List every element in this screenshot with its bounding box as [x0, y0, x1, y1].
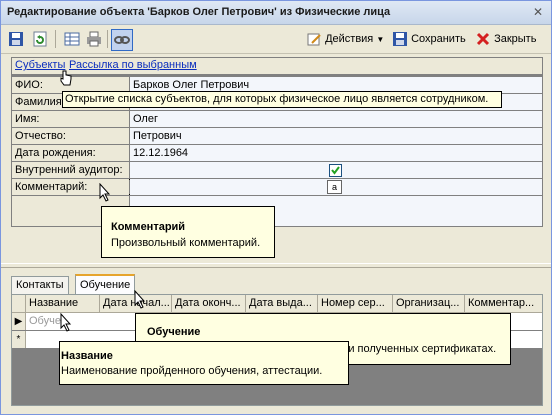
tab-training[interactable]: Обучение	[75, 274, 136, 295]
field-comment: Комментарий: a	[12, 179, 542, 195]
actions-label: Действия	[325, 33, 374, 45]
save-icon	[393, 32, 407, 47]
comment-value[interactable]: a	[130, 179, 542, 195]
birthdate-label: Дата рождения:	[12, 145, 129, 161]
firstname-label: Имя:	[12, 111, 129, 127]
actions-icon	[307, 33, 321, 46]
auditor-value	[130, 162, 542, 178]
name-tooltip: Название Наименование пройденного обучен…	[59, 341, 349, 385]
name-tooltip-title: Название	[61, 350, 113, 362]
comment-tooltip-title: Комментарий	[111, 221, 186, 233]
field-firstname: Имя: Олег	[12, 111, 542, 127]
birthdate-value[interactable]: 12.12.1964	[130, 145, 542, 161]
field-birthdate: Дата рождения: 12.12.1964	[12, 145, 542, 161]
grid-header: Название Дата начал... Дата оконч... Дат…	[12, 295, 542, 313]
chevron-down-icon: ▼	[376, 35, 385, 44]
form-panel: Субъекты Рассылка по выбранным ФИО: Барк…	[11, 57, 543, 227]
table-icon[interactable]	[63, 30, 81, 48]
close-label: Закрыть	[494, 33, 537, 45]
row-marker-new: *	[12, 331, 26, 348]
col-end-date[interactable]: Дата оконч...	[172, 295, 246, 312]
grid-corner	[12, 295, 26, 312]
link-icon[interactable]	[111, 29, 133, 51]
field-patronymic: Отчество: Петрович	[12, 128, 542, 144]
comment-label: Комментарий:	[12, 179, 129, 195]
patronymic-value[interactable]: Петрович	[130, 128, 542, 144]
patronymic-label: Отчество:	[12, 128, 129, 144]
arrow-cursor-icon	[134, 290, 146, 309]
col-comment[interactable]: Комментар...	[465, 295, 542, 312]
save-button[interactable]: Сохранить	[392, 31, 466, 47]
checkmark-icon	[331, 166, 340, 175]
mailing-link[interactable]: Рассылка по выбранным	[69, 59, 197, 71]
auditor-label: Внутренний аудитор:	[12, 162, 129, 178]
training-tooltip-title: Обучение	[147, 326, 201, 338]
col-organization[interactable]: Организац...	[393, 295, 465, 312]
comment-tooltip-text: Произвольный комментарий.	[111, 237, 261, 249]
actions-menu-button[interactable]: Действия ▼	[306, 31, 384, 47]
subjects-link[interactable]: Субъекты	[15, 59, 65, 71]
splitter[interactable]	[1, 263, 551, 268]
toolbar-separator	[55, 30, 56, 48]
field-auditor: Внутренний аудитор:	[12, 162, 542, 178]
links-bar: Субъекты Рассылка по выбранным	[12, 58, 542, 74]
col-cert-number[interactable]: Номер сер...	[318, 295, 393, 312]
tab-contacts[interactable]: Контакты	[11, 276, 69, 294]
save-label: Сохранить	[411, 33, 466, 45]
window-close-button[interactable]: ✕	[531, 5, 545, 19]
print-icon[interactable]	[85, 30, 103, 48]
col-issue-date[interactable]: Дата выда...	[246, 295, 318, 312]
close-button[interactable]: Закрыть	[475, 31, 536, 47]
title-bar: Редактирование объекта 'Барков Олег Петр…	[1, 1, 551, 25]
editor-window: Редактирование объекта 'Барков Олег Петр…	[0, 0, 552, 415]
toolbar-separator	[107, 30, 108, 48]
subjects-tooltip: Открытие списка субъектов, для которых ф…	[62, 91, 502, 108]
arrow-cursor-icon	[60, 313, 72, 332]
window-title: Редактирование объекта 'Барков Олег Петр…	[7, 6, 391, 18]
memo-icon[interactable]: a	[327, 180, 342, 194]
col-name[interactable]: Название	[26, 295, 100, 312]
toolbar: Действия ▼ Сохранить Закрыть	[1, 25, 551, 54]
save-icon[interactable]	[7, 30, 25, 48]
comment-tooltip: Комментарий Произвольный комментарий.	[101, 206, 275, 258]
row-marker-current: ▶	[12, 313, 26, 330]
firstname-value[interactable]: Олег	[130, 111, 542, 127]
refresh-icon[interactable]	[31, 30, 49, 48]
hand-cursor-icon	[60, 70, 72, 86]
close-icon	[476, 33, 490, 46]
auditor-checkbox[interactable]	[329, 164, 342, 177]
arrow-cursor-icon	[99, 183, 111, 202]
name-tooltip-text: Наименование пройденного обучения, аттес…	[61, 365, 323, 377]
